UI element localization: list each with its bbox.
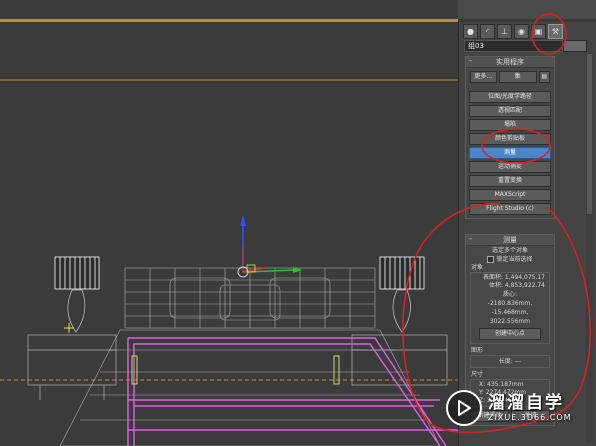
utilities-rollout: - 实用程序 更多... 集 ▤ 位图/光度学路径 透视匹配 塌陷 颜色剪贴板 … bbox=[465, 56, 555, 219]
utility-bitmap-paths[interactable]: 位图/光度学路径 bbox=[469, 91, 551, 103]
watermark-title: 溜溜自学 bbox=[488, 393, 564, 413]
create-center-point-button[interactable]: 创建中心点 bbox=[479, 328, 541, 340]
utilities-tab-icon[interactable]: ⚒ bbox=[548, 24, 563, 39]
display-tab-icon[interactable]: ▣ bbox=[531, 24, 546, 39]
perspective-viewport[interactable] bbox=[0, 0, 458, 446]
selected-bed-frame bbox=[127, 337, 458, 446]
measure-title: 测量 bbox=[503, 236, 517, 244]
hierarchy-tab-icon[interactable]: ⊥ bbox=[497, 24, 512, 39]
watermark-text: 溜溜自学 ZIXUE.3D66.COM bbox=[488, 393, 572, 423]
length-value: 长度: --- bbox=[498, 358, 522, 365]
play-logo-icon bbox=[446, 390, 482, 426]
utility-perspective-match[interactable]: 透视匹配 bbox=[469, 105, 551, 117]
shapes-group: 长度: --- bbox=[470, 355, 550, 368]
left-lamp bbox=[54, 256, 100, 333]
utility-motion-capture[interactable]: 运动捕捉 bbox=[469, 161, 551, 173]
panel-scroll-thumb[interactable] bbox=[587, 54, 592, 214]
utility-measure[interactable]: 测量 bbox=[469, 147, 551, 159]
lock-selection-checkbox[interactable] bbox=[487, 256, 495, 263]
utilities-title: 实用程序 bbox=[496, 58, 524, 66]
utility-maxscript[interactable]: MAXScript bbox=[469, 189, 551, 201]
shapes-group-label: 图形 bbox=[471, 347, 484, 354]
right-lamp bbox=[379, 256, 425, 333]
utility-color-clipboard[interactable]: 颜色剪贴板 bbox=[469, 133, 551, 145]
mattress bbox=[59, 329, 441, 446]
right-nightstand bbox=[351, 334, 448, 386]
more-button[interactable]: 更多... bbox=[470, 71, 497, 83]
lock-selection-row[interactable]: 锁定当前选择 bbox=[466, 255, 554, 264]
surface-area-value: 表面积: 1,494,075.17 bbox=[482, 274, 545, 281]
objects-group-label: 对象 bbox=[471, 264, 484, 271]
center-of-mass-label: 质心: bbox=[502, 291, 518, 298]
utilities-top-row: 更多... 集 ▤ bbox=[470, 71, 550, 83]
utility-reset-xform[interactable]: 重置变换 bbox=[469, 175, 551, 187]
modify-tab-icon[interactable]: ◜ bbox=[480, 24, 495, 39]
collapse-icon: - bbox=[469, 234, 472, 243]
left-nightstand bbox=[27, 334, 117, 400]
object-color-swatch[interactable] bbox=[563, 40, 587, 52]
center-of-mass-value: -2180.836mm, -15.468mm, bbox=[487, 300, 533, 316]
panel-tab-row: ● ◜ ⊥ ◉ ▣ ⚒ bbox=[463, 24, 563, 39]
utilities-rollout-header[interactable]: - 实用程序 bbox=[466, 56, 554, 68]
bed-wireframe bbox=[59, 267, 441, 446]
objects-group: 表面积: 1,494,075.17 体积: 4,853,922.74 质心: -… bbox=[470, 272, 550, 344]
viewport-scene bbox=[0, 79, 458, 446]
object-name-field[interactable]: 组03 bbox=[464, 40, 563, 52]
watermark: 溜溜自学 ZIXUE.3D66.COM bbox=[446, 378, 596, 438]
volume-value: 体积: 4,853,922.74 bbox=[488, 282, 545, 289]
utility-flight-studio[interactable]: Flight Studio (c) bbox=[469, 203, 551, 215]
create-tab-icon[interactable]: ● bbox=[463, 24, 478, 39]
center-of-mass-value-2: 3022.556mm bbox=[489, 318, 531, 325]
configure-sets-icon[interactable]: ▤ bbox=[538, 71, 550, 83]
sets-button[interactable]: 集 bbox=[498, 71, 537, 83]
measure-rollout-header[interactable]: - 测量 bbox=[466, 234, 554, 246]
collapse-icon: - bbox=[469, 56, 472, 65]
motion-tab-icon[interactable]: ◉ bbox=[514, 24, 529, 39]
utility-collapse[interactable]: 塌陷 bbox=[469, 119, 551, 131]
lock-selection-label: 锁定当前选择 bbox=[496, 256, 533, 263]
multiple-objects-label: 选定多个对象 bbox=[491, 247, 528, 254]
pivot-cross-left bbox=[64, 323, 74, 333]
watermark-subtitle: ZIXUE.3D66.COM bbox=[488, 413, 572, 422]
